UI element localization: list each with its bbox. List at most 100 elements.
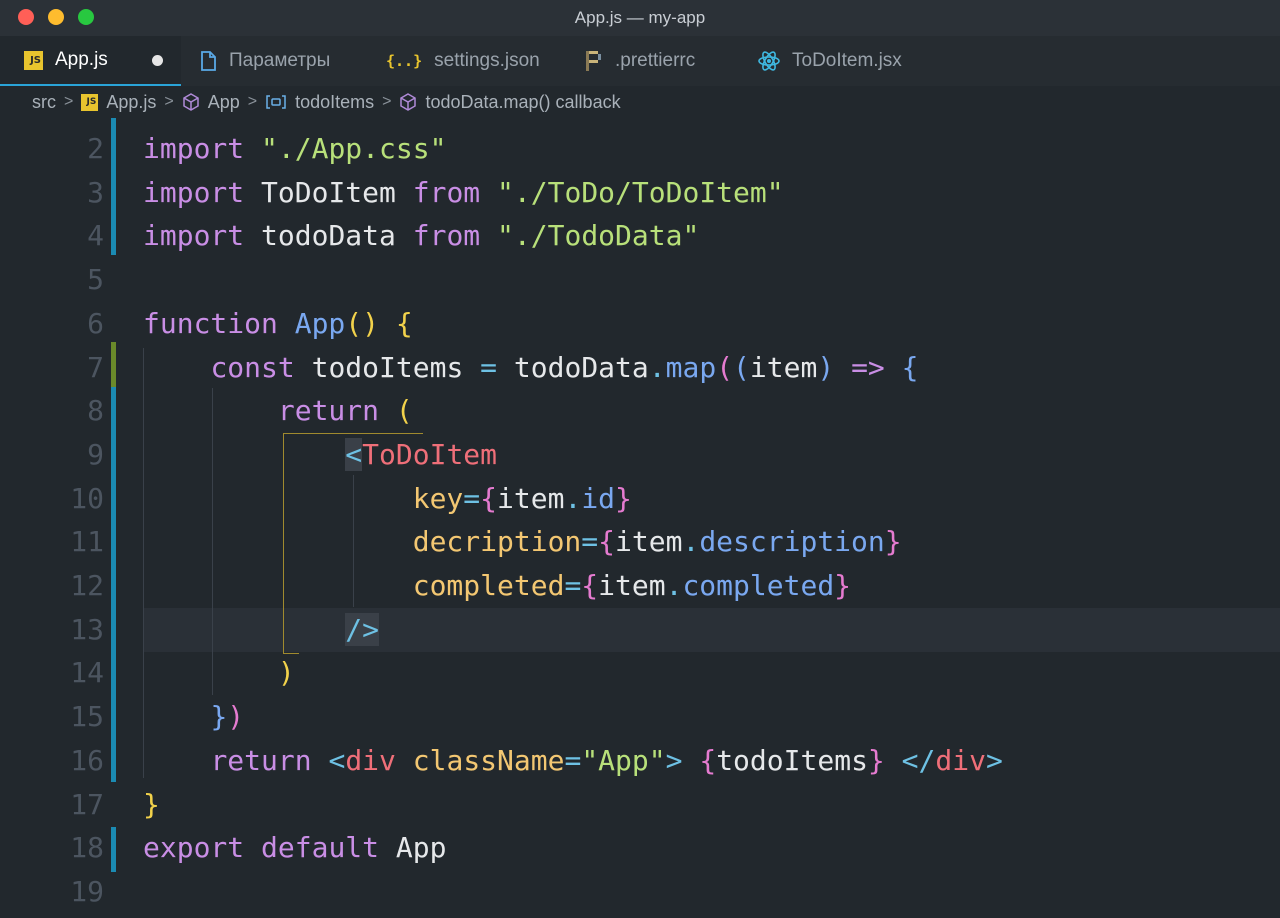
code-line[interactable]: <ToDoItem bbox=[143, 433, 497, 477]
breadcrumb-item-src[interactable]: src bbox=[32, 92, 56, 113]
code-token: { bbox=[699, 743, 717, 777]
code-token: > bbox=[665, 743, 683, 777]
line-number: 13 bbox=[70, 612, 104, 646]
code-line[interactable]: import todoData from "./TodoData" bbox=[143, 214, 699, 258]
code-token: todoData bbox=[244, 219, 413, 253]
breadcrumb-item-todoitems[interactable]: todoItems bbox=[295, 92, 374, 113]
code-token: completed bbox=[412, 569, 565, 602]
git-added-bar bbox=[111, 387, 116, 782]
window-title: App.js — my-app bbox=[574, 8, 706, 27]
code-line[interactable]: return <div className="App"> {todoItems}… bbox=[143, 739, 1002, 783]
breadcrumb: src > JS App.js > App > todoItems > todo… bbox=[0, 86, 1280, 118]
unsaved-dot-icon[interactable] bbox=[151, 54, 163, 66]
code-token: App bbox=[294, 306, 346, 340]
code-token: ToDoItem bbox=[244, 175, 413, 209]
code-token: ( bbox=[733, 350, 750, 384]
line-number: 16 bbox=[70, 743, 104, 777]
code-line[interactable]: key={item.id} bbox=[143, 477, 632, 521]
code-token: completed bbox=[682, 569, 835, 602]
code-token: from bbox=[412, 175, 481, 209]
code-token: map bbox=[665, 350, 717, 384]
document-icon bbox=[200, 51, 217, 71]
line-number: 10 bbox=[70, 481, 104, 515]
code-line[interactable]: import ToDoItem from "./ToDo/ToDoItem" bbox=[143, 171, 784, 215]
line-number: 5 bbox=[87, 263, 104, 297]
code-token: description bbox=[699, 525, 885, 559]
code-token: className bbox=[412, 743, 565, 777]
tab-prettierrc[interactable]: .prettierrc bbox=[585, 36, 695, 86]
code-token: } bbox=[143, 787, 160, 821]
code-token: ) bbox=[817, 350, 835, 384]
tab-parameters[interactable]: Параметры bbox=[200, 36, 330, 86]
code-token: function bbox=[143, 306, 278, 340]
breadcrumb-item-app[interactable]: App bbox=[208, 92, 240, 113]
line-number: 18 bbox=[70, 831, 104, 865]
line-number: 9 bbox=[87, 437, 104, 471]
editor-window: App.js — my-app JS App.js Параметры {..}… bbox=[0, 0, 1280, 918]
code-token: decription bbox=[412, 525, 582, 559]
code-token: item bbox=[615, 525, 683, 559]
code-token: { bbox=[581, 569, 599, 602]
code-token: import bbox=[143, 175, 245, 209]
code-line[interactable]: import "./App.css" bbox=[143, 127, 446, 171]
code-line[interactable]: export default App bbox=[143, 826, 446, 870]
code-token: return bbox=[210, 743, 312, 777]
git-added-bar bbox=[111, 827, 116, 872]
code-token: { bbox=[480, 481, 498, 515]
code-line[interactable]: completed={item.completed} bbox=[143, 564, 851, 608]
code-token: () bbox=[345, 306, 380, 340]
tab-bar: JS App.js Параметры {..} settings.json .… bbox=[0, 36, 1280, 86]
code-token: from bbox=[412, 219, 481, 253]
line-number: 4 bbox=[87, 219, 104, 253]
code-line[interactable]: const todoItems = todoData.map((item) =>… bbox=[143, 346, 918, 390]
code-line[interactable]: /> bbox=[143, 608, 380, 652]
git-added-bar bbox=[111, 118, 116, 255]
code-line[interactable]: function App() { bbox=[143, 302, 413, 346]
tab-todoitem-jsx[interactable]: ToDoItem.jsx bbox=[758, 36, 902, 86]
code-token: item bbox=[598, 569, 666, 602]
code-line[interactable]: return ( bbox=[143, 389, 413, 433]
code-token: ) bbox=[277, 656, 295, 690]
code-line[interactable]: ) bbox=[143, 651, 295, 695]
code-token: { bbox=[598, 525, 616, 559]
code-token: return bbox=[277, 394, 380, 428]
chevron-right-icon: > bbox=[64, 93, 74, 110]
breadcrumb-item-app-js[interactable]: App.js bbox=[106, 92, 156, 113]
code-line[interactable]: decription={item.description} bbox=[143, 520, 902, 564]
tab-app-js[interactable]: JS App.js bbox=[0, 36, 181, 86]
code-token: App bbox=[379, 831, 447, 865]
code-token: } bbox=[834, 569, 852, 602]
code-editor[interactable]: 2 3 4 5 6 7 8 9 10 11 12 13 14 15 16 17 18 19 import "./A… bbox=[0, 118, 1280, 918]
code-token: ( bbox=[395, 394, 413, 428]
js-file-icon: JS bbox=[24, 50, 43, 70]
code-token: key bbox=[412, 481, 464, 515]
code-token: . bbox=[648, 350, 666, 384]
line-number: 2 bbox=[87, 132, 104, 165]
code-token: div bbox=[345, 743, 396, 777]
cube-icon bbox=[182, 93, 200, 111]
tab-label: App.js bbox=[55, 49, 108, 70]
code-token: default bbox=[261, 831, 380, 865]
code-token: . bbox=[665, 569, 683, 602]
breadcrumb-item-map-callback[interactable]: todoData.map() callback bbox=[425, 92, 620, 113]
line-number: 3 bbox=[87, 175, 104, 209]
chevron-right-icon: > bbox=[247, 93, 258, 110]
code-token: todoData bbox=[497, 350, 649, 384]
line-number: 14 bbox=[70, 656, 104, 690]
code-line[interactable]: }) bbox=[143, 695, 244, 739]
code-line[interactable]: } bbox=[143, 783, 160, 827]
code-token: "App" bbox=[581, 743, 666, 777]
tab-settings-json[interactable]: {..} settings.json bbox=[386, 36, 540, 86]
tab-label: .prettierrc bbox=[615, 50, 696, 71]
